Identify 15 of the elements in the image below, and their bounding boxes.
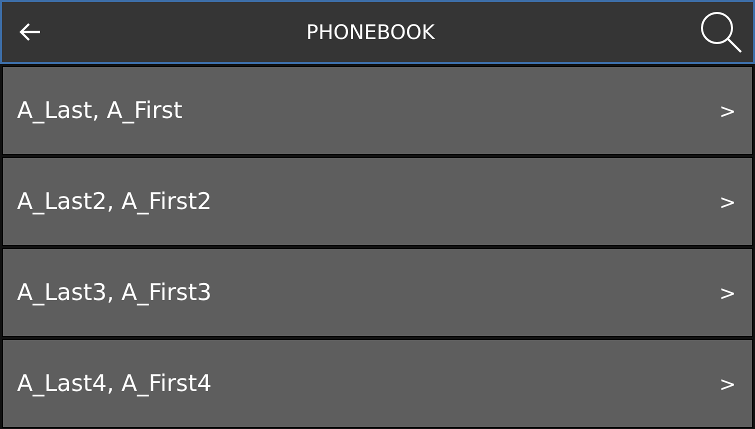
chevron: > — [719, 280, 736, 304]
contact-row[interactable]: A_Last2, A_First2 > — [2, 157, 753, 246]
header-title: PHONEBOOK — [306, 20, 435, 44]
chevron: > — [719, 372, 736, 396]
chevron: > — [719, 98, 736, 122]
chevron: > — [719, 190, 736, 214]
contact-row[interactable]: A_Last, A_First > — [2, 66, 753, 155]
contact-row[interactable]: A_Last3, A_First3 > — [2, 248, 753, 337]
search-icon[interactable] — [698, 10, 743, 54]
back-arrow-icon[interactable] — [18, 22, 42, 42]
contact-name: A_Last, A_First — [17, 98, 182, 124]
contact-row[interactable]: A_Last4, A_First4 > — [2, 339, 753, 428]
contact-name: A_Last3, A_First3 — [17, 280, 212, 306]
contact-name: A_Last2, A_First2 — [17, 188, 212, 214]
contact-name: A_Last4, A_First4 — [17, 370, 212, 396]
